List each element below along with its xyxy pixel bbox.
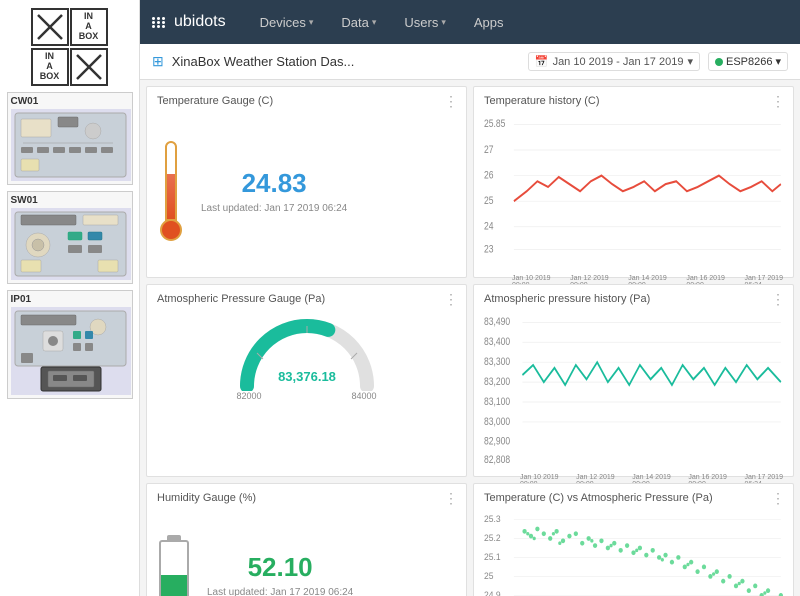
device-name: ESP8266 — [726, 56, 772, 68]
arc-gauge-svg: 83,376.18 — [232, 311, 382, 391]
temp-history-chart: 25.85 27 26 25 24 23 — [484, 113, 783, 269]
thermo-bulb — [160, 219, 182, 241]
navbar: ubidots Devices ▾ Data ▾ Users ▾ Apps — [140, 0, 800, 44]
thermo-fill — [167, 174, 175, 220]
temp-reading: 24.83 Last updated: Jan 17 2019 06:24 — [201, 168, 347, 214]
humidity-gauge-menu[interactable]: ⋮ — [444, 490, 458, 507]
humidity-gauge-widget: Humidity Gauge (%) ⋮ 52.10 Last updated:… — [146, 483, 467, 596]
svg-text:82,808: 82,808 — [484, 455, 510, 467]
date-range-picker[interactable]: 📅 Jan 10 2019 - Jan 17 2019 ▾ — [528, 52, 700, 71]
svg-text:83,376.18: 83,376.18 — [278, 369, 336, 384]
temp-updated: Last updated: Jan 17 2019 06:24 — [201, 203, 347, 214]
device-img-ip01 — [11, 307, 131, 395]
gauge-min-label: 82000 — [237, 391, 262, 401]
sidebar: IN A BOX IN A BOX CW01 — [0, 0, 140, 596]
pressure-gauge-menu[interactable]: ⋮ — [444, 291, 458, 308]
gauge-max-label: 84000 — [351, 391, 376, 401]
device-img-sw01 — [11, 208, 131, 280]
logo-inabox-top: IN A BOX — [70, 8, 108, 46]
svg-text:83,490: 83,490 — [484, 317, 510, 329]
temp-gauge-title: Temperature Gauge (C) — [157, 95, 456, 107]
pressure-history-menu[interactable]: ⋮ — [771, 291, 785, 308]
humidity-updated: Last updated: Jan 17 2019 06:24 — [207, 587, 353, 596]
battery-fill — [161, 575, 187, 596]
ubidots-logo: ubidots — [152, 13, 226, 31]
device-status-dot — [715, 58, 723, 66]
main-content: ubidots Devices ▾ Data ▾ Users ▾ Apps ⊞ … — [140, 0, 800, 596]
users-chevron: ▾ — [441, 17, 446, 28]
svg-text:25.3: 25.3 — [484, 513, 501, 524]
pressure-gauge-widget: Atmospheric Pressure Gauge (Pa) ⋮ 83,376… — [146, 284, 467, 476]
humidity-content: 52.10 Last updated: Jan 17 2019 06:24 — [157, 510, 456, 596]
svg-text:23: 23 — [484, 243, 494, 255]
svg-text:24.9: 24.9 — [484, 589, 501, 596]
scatter-widget: Temperature (C) vs Atmospheric Pressure … — [473, 483, 794, 596]
svg-text:25.85: 25.85 — [484, 118, 506, 130]
scatter-chart: 25.3 25.2 25.1 25 24.9 24.8 — [484, 510, 783, 596]
logo-x-top — [31, 8, 69, 46]
humidity-reading: 52.10 Last updated: Jan 17 2019 06:24 — [207, 552, 353, 596]
device-card-cw01[interactable]: CW01 — [7, 92, 133, 185]
svg-text:24: 24 — [484, 221, 494, 233]
svg-text:83,400: 83,400 — [484, 337, 510, 349]
svg-text:25.1: 25.1 — [484, 551, 501, 562]
svg-text:82,900: 82,900 — [484, 436, 510, 448]
logo-dots — [152, 17, 166, 28]
pressure-history-widget: Atmospheric pressure history (Pa) ⋮ 83,4… — [473, 284, 794, 476]
nav-devices[interactable]: Devices ▾ — [250, 0, 324, 44]
nav-data[interactable]: Data ▾ — [331, 0, 386, 44]
temperature-gauge-widget: Temperature Gauge (C) ⋮ 24.83 Last updat… — [146, 86, 467, 278]
logo-inabox-bottom: IN A BOX — [31, 48, 69, 86]
svg-text:83,300: 83,300 — [484, 356, 510, 368]
date-range-chevron: ▾ — [687, 55, 693, 68]
temp-gauge-menu[interactable]: ⋮ — [444, 93, 458, 110]
data-chevron: ▾ — [372, 17, 377, 28]
temp-history-title: Temperature history (C) — [484, 95, 783, 107]
thermo-tube — [165, 141, 177, 221]
scatter-menu[interactable]: ⋮ — [771, 490, 785, 507]
device-selector[interactable]: ESP8266 ▾ — [708, 52, 788, 71]
temp-value: 24.83 — [201, 168, 347, 199]
device-card-ip01[interactable]: IP01 — [7, 290, 133, 399]
svg-text:83,000: 83,000 — [484, 416, 510, 428]
svg-text:25: 25 — [484, 570, 493, 581]
humidity-value: 52.10 — [207, 552, 353, 583]
svg-text:83,200: 83,200 — [484, 376, 510, 388]
temperature-history-widget: Temperature history (C) ⋮ 25.85 27 26 25… — [473, 86, 794, 278]
devices-chevron: ▾ — [309, 17, 314, 28]
svg-text:25: 25 — [484, 195, 494, 207]
nav-users[interactable]: Users ▾ — [394, 0, 455, 44]
gauge-labels: 82000 84000 — [237, 391, 377, 401]
device-label-sw01: SW01 — [11, 195, 129, 206]
widgets-grid: Temperature Gauge (C) ⋮ 24.83 Last updat… — [140, 80, 800, 596]
svg-text:26: 26 — [484, 169, 494, 181]
thermometer-icon — [157, 141, 185, 241]
pressure-gauge-title: Atmospheric Pressure Gauge (Pa) — [157, 293, 456, 305]
nav-apps[interactable]: Apps — [464, 0, 514, 44]
svg-text:25.2: 25.2 — [484, 532, 501, 543]
temp-gauge-content: 24.83 Last updated: Jan 17 2019 06:24 — [157, 113, 456, 269]
battery-container — [157, 535, 191, 596]
svg-text:83,100: 83,100 — [484, 396, 510, 408]
device-label-ip01: IP01 — [11, 294, 129, 305]
temp-history-menu[interactable]: ⋮ — [771, 93, 785, 110]
device-label-cw01: CW01 — [11, 96, 129, 107]
humidity-gauge-title: Humidity Gauge (%) — [157, 492, 456, 504]
pressure-gauge-content: 83,376.18 82000 84000 — [157, 311, 456, 467]
dash-icon: ⊞ — [152, 53, 164, 70]
calendar-icon: 📅 — [535, 55, 549, 68]
battery-icon — [159, 540, 189, 596]
device-chevron: ▾ — [775, 55, 781, 68]
device-card-sw01[interactable]: SW01 — [7, 191, 133, 284]
dash-title: XinaBox Weather Station Das... — [172, 54, 355, 69]
dash-header: ⊞ XinaBox Weather Station Das... 📅 Jan 1… — [140, 44, 800, 80]
scatter-title: Temperature (C) vs Atmospheric Pressure … — [484, 492, 783, 504]
brand-name: ubidots — [174, 13, 226, 31]
pressure-history-chart: 83,490 83,400 83,300 83,200 83,100 83,00… — [484, 311, 783, 467]
svg-text:27: 27 — [484, 144, 494, 156]
logo-x-bottom — [70, 48, 108, 86]
date-range-text: Jan 10 2019 - Jan 17 2019 — [553, 56, 684, 68]
pressure-history-title: Atmospheric pressure history (Pa) — [484, 293, 783, 305]
device-img-cw01 — [11, 109, 131, 181]
